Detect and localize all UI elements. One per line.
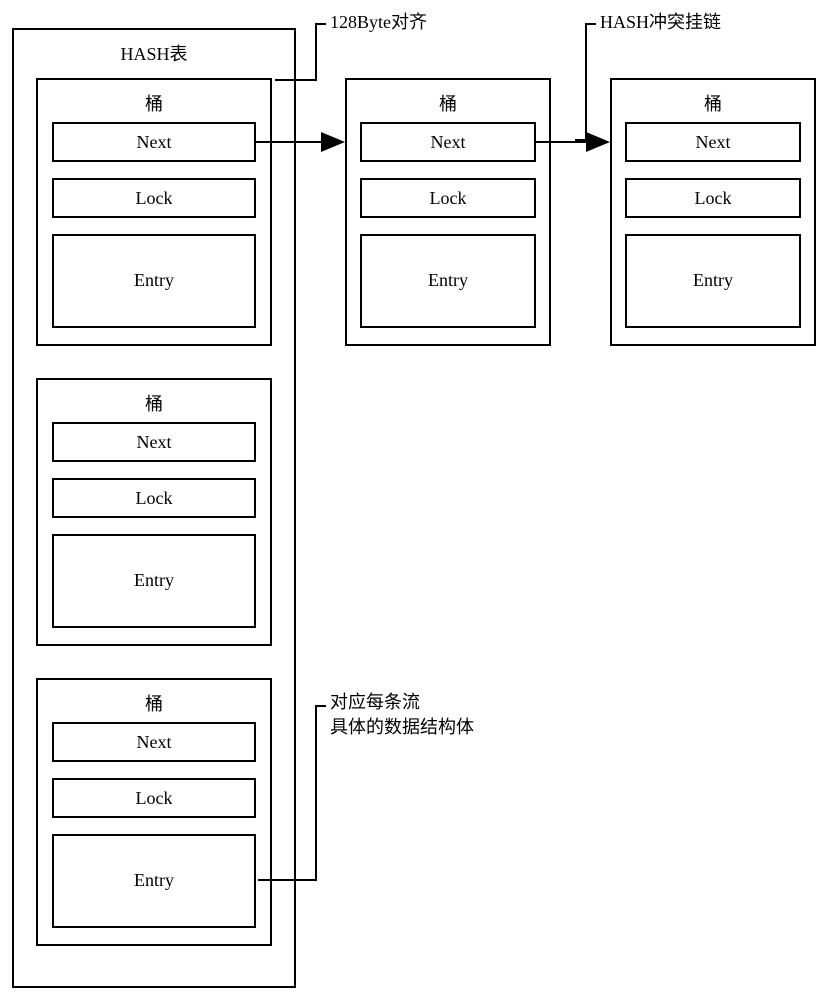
bucket-title: 桶 — [347, 90, 549, 116]
annotation-128byte: 128Byte对齐 — [330, 8, 427, 34]
bucket-title: 桶 — [612, 90, 814, 116]
bucket-1-entry: Entry — [52, 234, 256, 328]
lock-label: Lock — [54, 180, 254, 209]
bucket-3-next: Next — [52, 722, 256, 762]
entry-label: Entry — [54, 836, 254, 891]
bucket-title: 桶 — [38, 390, 270, 416]
bucket-3-lock: Lock — [52, 778, 256, 818]
next-label: Next — [54, 124, 254, 153]
bucket-title: 桶 — [38, 90, 270, 116]
bucket-1-next: Next — [52, 122, 256, 162]
bucket-ext-b-lock: Lock — [625, 178, 801, 218]
bucket-2-entry: Entry — [52, 534, 256, 628]
bucket-ext-a-lock: Lock — [360, 178, 536, 218]
annotation-collision-chain: HASH冲突挂链 — [600, 8, 721, 34]
bucket-ext-a-next: Next — [360, 122, 536, 162]
entry-label: Entry — [362, 236, 534, 291]
next-label: Next — [54, 424, 254, 453]
lock-label: Lock — [54, 480, 254, 509]
next-label: Next — [54, 724, 254, 753]
bucket-ext-b-entry: Entry — [625, 234, 801, 328]
bucket-3-entry: Entry — [52, 834, 256, 928]
next-label: Next — [362, 124, 534, 153]
next-label: Next — [627, 124, 799, 153]
bucket-1-lock: Lock — [52, 178, 256, 218]
bucket-title: 桶 — [38, 690, 270, 716]
bucket-ext-b-next: Next — [625, 122, 801, 162]
annotation-entry-struct: 对应每条流 具体的数据结构体 — [330, 690, 474, 740]
lock-label: Lock — [627, 180, 799, 209]
entry-label: Entry — [627, 236, 799, 291]
lock-label: Lock — [54, 780, 254, 809]
entry-label: Entry — [54, 536, 254, 591]
bucket-2-next: Next — [52, 422, 256, 462]
entry-label: Entry — [54, 236, 254, 291]
bucket-2-lock: Lock — [52, 478, 256, 518]
lock-label: Lock — [362, 180, 534, 209]
bucket-ext-a-entry: Entry — [360, 234, 536, 328]
hash-table-title: HASH表 — [14, 40, 294, 66]
